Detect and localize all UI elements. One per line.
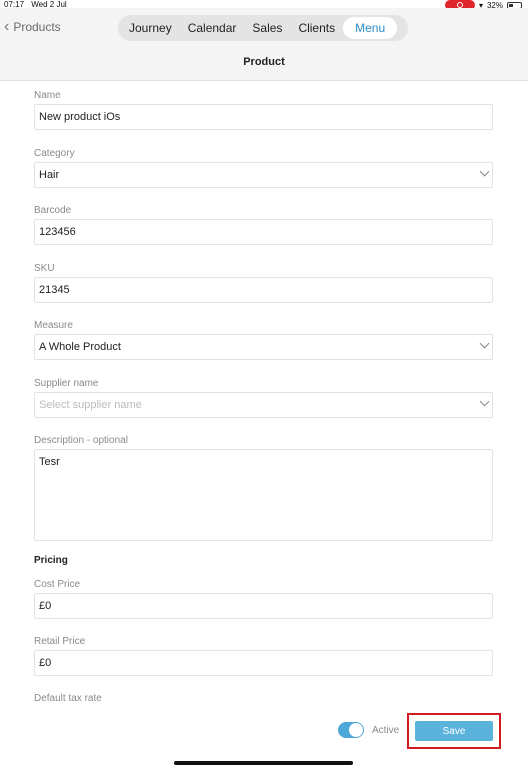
name-field[interactable]: New product iOs <box>34 104 493 130</box>
barcode-label: Barcode <box>34 205 72 216</box>
barcode-field[interactable]: 123456 <box>34 219 493 245</box>
retail-price-field[interactable]: £0 <box>34 650 493 676</box>
product-form: Name New product iOs Category Hair Barco… <box>34 84 493 704</box>
tab-menu[interactable]: Menu <box>343 17 398 39</box>
cost-price-field[interactable]: £0 <box>34 593 493 619</box>
page-title: Product <box>243 56 285 68</box>
back-button[interactable]: ‹ Products <box>4 18 61 35</box>
tab-sales[interactable]: Sales <box>244 17 290 39</box>
home-indicator[interactable] <box>174 761 353 765</box>
segmented-nav: Journey Calendar Sales Clients Menu <box>118 15 408 41</box>
tab-clients[interactable]: Clients <box>290 17 343 39</box>
pricing-heading: Pricing <box>34 555 68 566</box>
measure-select[interactable]: A Whole Product <box>34 334 493 360</box>
tax-rate-label: Default tax rate <box>34 693 102 704</box>
cost-price-label: Cost Price <box>34 579 81 590</box>
chevron-down-icon <box>479 338 490 349</box>
tab-journey[interactable]: Journey <box>121 17 180 39</box>
chevron-down-icon <box>479 166 490 177</box>
measure-value: A Whole Product <box>39 341 121 353</box>
active-label: Active <box>372 724 400 736</box>
description-field[interactable]: Tesr <box>34 449 493 541</box>
sku-label: SKU <box>34 263 55 274</box>
supplier-select[interactable]: Select supplier name <box>34 392 493 418</box>
chevron-down-icon <box>479 396 490 407</box>
name-label: Name <box>34 90 61 101</box>
supplier-label: Supplier name <box>34 378 99 389</box>
active-toggle-group: Active <box>338 722 399 738</box>
sku-field[interactable]: 21345 <box>34 277 493 303</box>
measure-label: Measure <box>34 320 73 331</box>
description-label: Description - optional <box>34 435 128 446</box>
chevron-left-icon: ‹ <box>4 18 10 35</box>
tab-calendar[interactable]: Calendar <box>180 17 245 39</box>
supplier-placeholder: Select supplier name <box>39 399 142 411</box>
category-value: Hair <box>39 169 60 181</box>
category-label: Category <box>34 148 75 159</box>
save-highlight: Save <box>407 713 501 749</box>
retail-price-label: Retail Price <box>34 636 86 647</box>
active-toggle[interactable] <box>338 722 364 738</box>
back-label: Products <box>13 20 61 34</box>
category-select[interactable]: Hair <box>34 162 493 188</box>
save-button[interactable]: Save <box>415 721 493 741</box>
top-navigation: ‹ Products Journey Calendar Sales Client… <box>0 8 528 81</box>
